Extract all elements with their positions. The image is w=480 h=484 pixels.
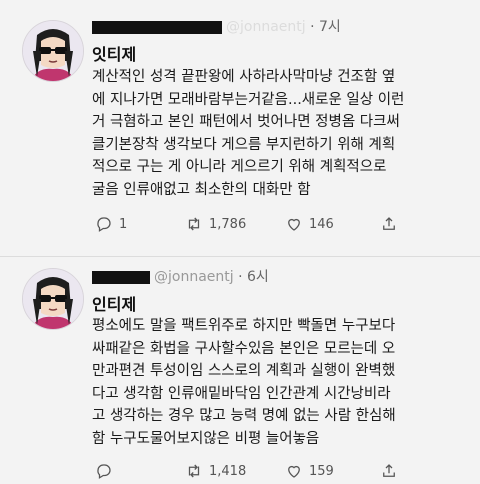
like-count: 159	[309, 463, 334, 479]
body-line: 에 지나가면 모래바람부는거같음...새로운 일상 이런	[92, 91, 405, 108]
cartoon-avatar-icon	[23, 269, 83, 329]
like-button[interactable]: 159	[285, 462, 334, 480]
divider	[0, 256, 480, 257]
tweet-title: 인티제	[92, 295, 137, 314]
avatar[interactable]	[22, 20, 84, 82]
share-icon	[383, 464, 395, 477]
reply-icon	[97, 217, 111, 232]
retweet-icon	[188, 464, 200, 478]
like-count: 146	[309, 216, 334, 232]
retweet-count: 1,786	[209, 216, 247, 232]
reply-button[interactable]	[95, 462, 119, 480]
retweet-icon	[188, 217, 200, 231]
reply-count: 1	[119, 216, 128, 232]
body-line: 굴음 인류애없고 최소한의 대화만 함	[92, 181, 311, 198]
body-line: 적으로 구는 게 아니라 게으르기 위해 계획적으로	[92, 159, 387, 175]
tweet-actions: 1 1,786 146	[95, 215, 475, 237]
like-button[interactable]: 146	[285, 215, 334, 233]
body-line: 고 생각하는 경우 많고 능력 명예 없는 사람 한심해	[92, 408, 396, 424]
redacted-name	[92, 20, 222, 34]
reply-icon	[97, 464, 111, 479]
retweet-count: 1,418	[209, 463, 247, 479]
redacted-name	[92, 270, 150, 284]
tweet-header: @jonnaentj · 7시	[92, 16, 341, 36]
retweet-button[interactable]: 1,418	[185, 462, 246, 480]
share-button[interactable]	[380, 462, 398, 480]
body-line: 다고 생각함 인류애밑바닥임 인간관계 시간낭비라	[92, 385, 391, 402]
retweet-button[interactable]: 1,786	[185, 215, 246, 233]
tweet-actions: 1,418 159	[95, 462, 475, 484]
heart-icon	[288, 218, 300, 231]
tweet-body: 계산적인 성격 끝판왕에 사하라사막마냥 건조함 옆 에 지나가면 모래바람부는…	[92, 66, 474, 201]
share-icon	[383, 217, 395, 230]
timestamp[interactable]: 7시	[319, 19, 341, 35]
avatar[interactable]	[22, 268, 84, 330]
separator: ·	[310, 19, 315, 35]
heart-icon	[288, 465, 300, 478]
timestamp[interactable]: 6시	[247, 269, 269, 285]
handle[interactable]: @jonnaentj	[154, 269, 234, 285]
body-line: 계산적인 성격 끝판왕에 사하라사막마냥 건조함 옆	[92, 69, 396, 85]
body-line: 만과편견 투성이임 스스로의 계획과 실행이 완벽했	[92, 363, 396, 379]
tweet-title: 잇티제	[92, 45, 137, 64]
body-line: 평소에도 말을 팩트위주로 하지만 빡돌면 누구보다	[92, 318, 396, 334]
body-line: 클기본장착 생각보다 게으름 부지런하기 위해 계획	[92, 136, 396, 153]
separator: ·	[238, 269, 243, 285]
reply-button[interactable]: 1	[95, 215, 127, 233]
share-button[interactable]	[380, 215, 398, 233]
body-line: 거 극혐하고 본인 패턴에서 벗어나면 정병옴 다크써	[92, 114, 400, 130]
handle[interactable]: @jonnaentj	[226, 19, 306, 35]
tweet-body: 평소에도 말을 팩트위주로 하지만 빡돌면 누구보다 싸패같은 화법을 구사할수…	[92, 315, 474, 450]
cartoon-avatar-icon	[23, 21, 83, 81]
body-line: 함 누구도물어보지않은 비평 늘어놓음	[92, 430, 320, 447]
tweet-header: @jonnaentj · 6시	[92, 266, 269, 286]
body-line: 싸패같은 화법을 구사할수있음 본인은 모르는데 오	[92, 340, 396, 357]
